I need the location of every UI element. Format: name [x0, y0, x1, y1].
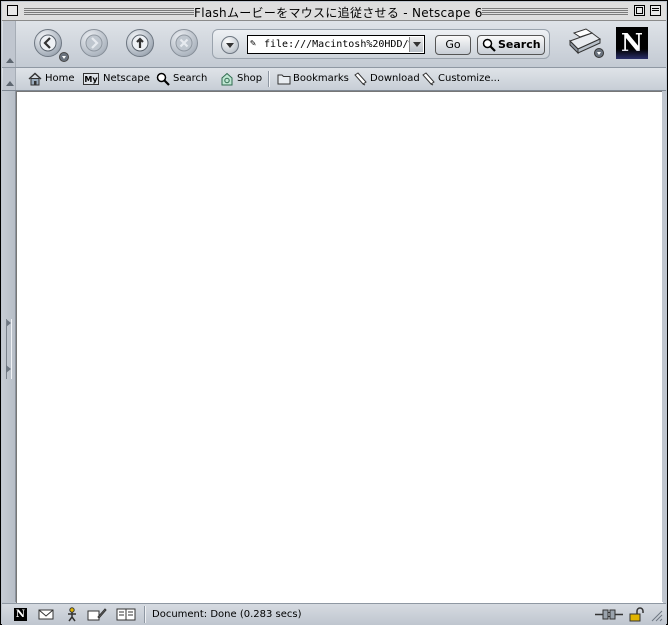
back-button[interactable]: [34, 29, 62, 57]
toolbar-customize-link[interactable]: Customize...: [421, 71, 500, 87]
download-label: Download: [370, 73, 420, 84]
window-title: Flashムービーをマウスに追従させる - Netscape 6: [194, 6, 483, 20]
forward-button[interactable]: [80, 29, 108, 57]
personal-toolbar-grippy[interactable]: [3, 68, 16, 90]
personal-toolbar: Home My Netscape Search Shop Bookmarks D…: [2, 68, 666, 91]
url-history-button[interactable]: [221, 36, 239, 54]
netscape-component-icon[interactable]: N: [14, 608, 27, 621]
search-button-label: Search: [498, 38, 541, 51]
stop-x-icon: [175, 34, 193, 52]
title-bar[interactable]: Flashムービーをマウスに追従させる - Netscape 6: [2, 2, 666, 21]
navigation-toolbar: ✎ file:///Macintosh%20HDD/%9 Go Search N: [2, 21, 666, 68]
customize-label: Customize...: [438, 73, 501, 84]
search-icon: [156, 72, 170, 86]
my-netscape-icon: My: [83, 73, 99, 85]
home-label: Home: [45, 73, 75, 84]
url-dropdown-button[interactable]: [409, 37, 423, 52]
folder-icon: [277, 74, 291, 85]
close-box[interactable]: [7, 5, 18, 16]
browser-window: Flashムービーをマウスに追従させる - Netscape 6 ✎ file:…: [0, 0, 668, 625]
status-separator: [144, 606, 146, 623]
sidebar-grippy[interactable]: [2, 91, 16, 602]
zoom-box[interactable]: [634, 5, 645, 16]
window-right-edge: [662, 91, 666, 602]
mail-icon[interactable]: [38, 607, 54, 622]
go-button[interactable]: Go: [435, 35, 471, 55]
resize-grip-icon[interactable]: [648, 607, 664, 622]
shop-label: Shop: [237, 73, 263, 84]
address-book-icon[interactable]: [116, 607, 136, 622]
reload-icon: [131, 34, 149, 52]
magnifier-icon: [482, 38, 496, 52]
security-lock-icon[interactable]: [628, 607, 644, 622]
nav-toolbar-grippy[interactable]: [3, 21, 16, 67]
toolbar-shop-button[interactable]: Shop: [220, 71, 262, 87]
title-stripes-left: [24, 7, 194, 16]
composer-icon[interactable]: [87, 607, 107, 622]
status-bar: N Document: Done (0.283 secs): [2, 603, 666, 625]
back-history-dropdown[interactable]: [59, 52, 69, 62]
status-text: Document: Done (0.283 secs): [152, 609, 302, 620]
search-button[interactable]: Search: [477, 35, 545, 55]
url-text: file:///Macintosh%20HDD/%9: [264, 39, 421, 50]
toolbar-separator: [268, 71, 270, 87]
print-icon[interactable]: [566, 27, 606, 59]
shop-icon: [221, 72, 233, 86]
page-content[interactable]: [16, 91, 663, 603]
toolbar-my-netscape-button[interactable]: My Netscape: [83, 71, 150, 87]
toolbar-search-button[interactable]: Search: [156, 71, 207, 87]
bookmark-link-icon: [354, 72, 367, 86]
toolbar-bookmarks-button[interactable]: Bookmarks: [277, 71, 349, 87]
url-bar-container: ✎ file:///Macintosh%20HDD/%9 Go Search: [212, 29, 550, 59]
collapse-box[interactable]: [650, 5, 661, 16]
page-link-icon[interactable]: ✎: [250, 39, 256, 49]
toolbar-download-link[interactable]: Download: [353, 71, 420, 87]
netscape-label: Netscape: [103, 73, 150, 84]
toolbar-home-button[interactable]: Home: [28, 71, 75, 87]
search-label: Search: [173, 73, 208, 84]
title-stripes-right: [482, 7, 628, 16]
netscape-logo[interactable]: N: [616, 27, 648, 59]
stop-button[interactable]: [170, 29, 198, 57]
reload-button[interactable]: [126, 29, 154, 57]
bookmark-link-icon: [422, 72, 435, 86]
instant-messenger-icon[interactable]: [64, 607, 80, 622]
forward-arrow-icon: [85, 34, 103, 52]
url-input[interactable]: ✎ file:///Macintosh%20HDD/%9: [247, 35, 425, 54]
online-status-icon[interactable]: [594, 607, 624, 622]
home-icon: [28, 72, 42, 86]
bookmarks-label: Bookmarks: [293, 73, 349, 84]
back-arrow-icon: [39, 34, 57, 52]
sidebar-open-arrow-lower[interactable]: [6, 365, 11, 373]
